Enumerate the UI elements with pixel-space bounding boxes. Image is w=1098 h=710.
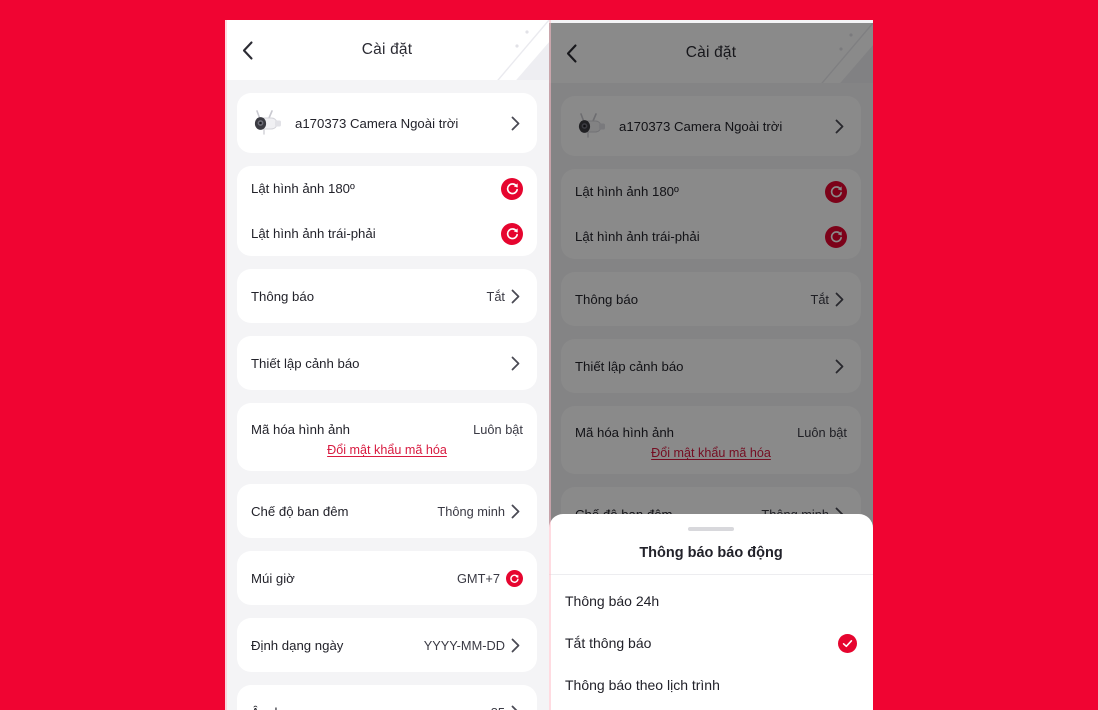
camera-volume-card[interactable]: Âm lượng camera 85	[237, 685, 537, 710]
sheet-option-label: Thông báo 24h	[565, 593, 660, 609]
rotate-icon	[506, 183, 518, 195]
timezone-row[interactable]: Múi giờ GMT+7	[251, 551, 523, 605]
camera-volume-value: 85	[491, 705, 505, 710]
alarm-setup-row[interactable]: Thiết lập cảnh báo	[251, 336, 523, 390]
date-format-label: Định dạng ngày	[251, 637, 344, 653]
encryption-card: Mã hóa hình ảnh Luôn bật Đổi mật khẩu mã…	[237, 403, 537, 471]
rotate-icon-small	[510, 574, 519, 583]
night-mode-label: Chế độ ban đêm	[251, 503, 349, 519]
flip-180-label: Lật hình ảnh 180º	[251, 181, 355, 196]
flip-180-row[interactable]: Lật hình ảnh 180º	[251, 166, 523, 211]
encryption-link-wrap: Đổi mật khẩu mã hóa	[251, 443, 523, 471]
outdoor-bullet-camera-icon	[254, 110, 281, 135]
flip-mirror-label: Lật hình ảnh trái-phải	[251, 226, 376, 241]
camera-volume-label: Âm lượng camera	[251, 705, 357, 710]
timezone-sync-button[interactable]	[506, 569, 523, 587]
sheet-option-label: Tắt thông báo	[565, 635, 652, 651]
screen-content-right: Cài đặt a170373 Camera Ngoài trời Lật hì…	[549, 23, 873, 710]
date-format-value: YYYY-MM-DD	[423, 637, 505, 653]
sheet-option-label: Thông báo theo lịch trình	[565, 677, 720, 693]
camera-volume-row[interactable]: Âm lượng camera 85	[251, 685, 523, 710]
timezone-label: Múi giờ	[251, 570, 295, 586]
device-row[interactable]: a170373 Camera Ngoài trời	[251, 93, 523, 153]
sheet-option-schedule[interactable]: Thông báo theo lịch trình	[549, 669, 873, 701]
flip-mirror-rotate-button[interactable]	[501, 222, 523, 245]
settings-scroll-area[interactable]: a170373 Camera Ngoài trời Lật hình ảnh 1…	[225, 80, 549, 710]
check-icon	[842, 639, 853, 647]
alarm-notification-bottom-sheet: Thông báo báo động Thông báo 24h Tắt thô…	[549, 514, 873, 710]
phone-screen-settings-with-sheet: Cài đặt a170373 Camera Ngoài trời Lật hì…	[549, 20, 873, 710]
encryption-value: Luôn bật	[473, 421, 523, 437]
alarm-setup-chevron[interactable]	[511, 356, 523, 371]
change-encryption-password-link[interactable]: Đổi mật khẩu mã hóa	[327, 443, 447, 457]
night-mode-value: Thông minh	[437, 503, 505, 519]
chevron-right-icon	[511, 289, 520, 303]
night-mode-card[interactable]: Chế độ ban đêm Thông minh	[237, 484, 537, 538]
sheet-title: Thông báo báo động	[549, 531, 873, 575]
alarm-setup-label: Thiết lập cảnh báo	[251, 355, 360, 371]
camera-volume-chevron[interactable]	[511, 705, 523, 710]
device-card[interactable]: a170373 Camera Ngoài trời	[237, 93, 537, 153]
rotate-icon	[506, 228, 518, 240]
night-mode-row[interactable]: Chế độ ban đêm Thông minh	[251, 484, 523, 538]
notification-value: Tắt	[486, 288, 506, 304]
flip-180-rotate-button[interactable]	[501, 177, 523, 200]
page-title: Cài đặt	[361, 41, 413, 58]
notification-card[interactable]: Thông báo Tắt	[237, 269, 537, 323]
screen-content-left: Cài đặt a170373 Camera Ngoài trời Lật hì…	[225, 20, 549, 710]
encryption-label: Mã hóa hình ảnh	[251, 421, 350, 437]
device-chevron[interactable]	[511, 116, 523, 131]
image-flip-card: Lật hình ảnh 180º Lật hình ảnh trái-phải	[237, 166, 537, 256]
sheet-option-off[interactable]: Tắt thông báo	[549, 627, 873, 659]
phone-screen-settings: Cài đặt a170373 Camera Ngoài trời Lật hì…	[225, 20, 549, 710]
date-format-card[interactable]: Định dạng ngày YYYY-MM-DD	[237, 618, 537, 672]
flip-mirror-row[interactable]: Lật hình ảnh trái-phải	[251, 211, 523, 256]
chevron-right-icon	[511, 638, 520, 652]
chevron-right-icon	[511, 504, 520, 518]
alarm-setup-card[interactable]: Thiết lập cảnh báo	[237, 336, 537, 390]
date-format-row[interactable]: Định dạng ngày YYYY-MM-DD	[251, 618, 523, 672]
timezone-card[interactable]: Múi giờ GMT+7	[237, 551, 537, 605]
device-name: a170373 Camera Ngoài trời	[295, 115, 459, 131]
app-header: Cài đặt	[225, 20, 549, 80]
notification-row[interactable]: Thông báo Tắt	[251, 269, 523, 323]
selected-check-icon	[838, 633, 857, 653]
notification-chevron[interactable]	[511, 289, 523, 304]
date-format-chevron[interactable]	[511, 638, 523, 653]
chevron-right-icon	[511, 116, 520, 130]
chevron-right-icon	[511, 705, 518, 710]
notification-label: Thông báo	[251, 288, 315, 304]
sheet-option-24h[interactable]: Thông báo 24h	[549, 585, 873, 617]
night-mode-chevron[interactable]	[511, 504, 523, 519]
chevron-right-icon	[511, 356, 520, 370]
timezone-value: GMT+7	[456, 570, 500, 586]
